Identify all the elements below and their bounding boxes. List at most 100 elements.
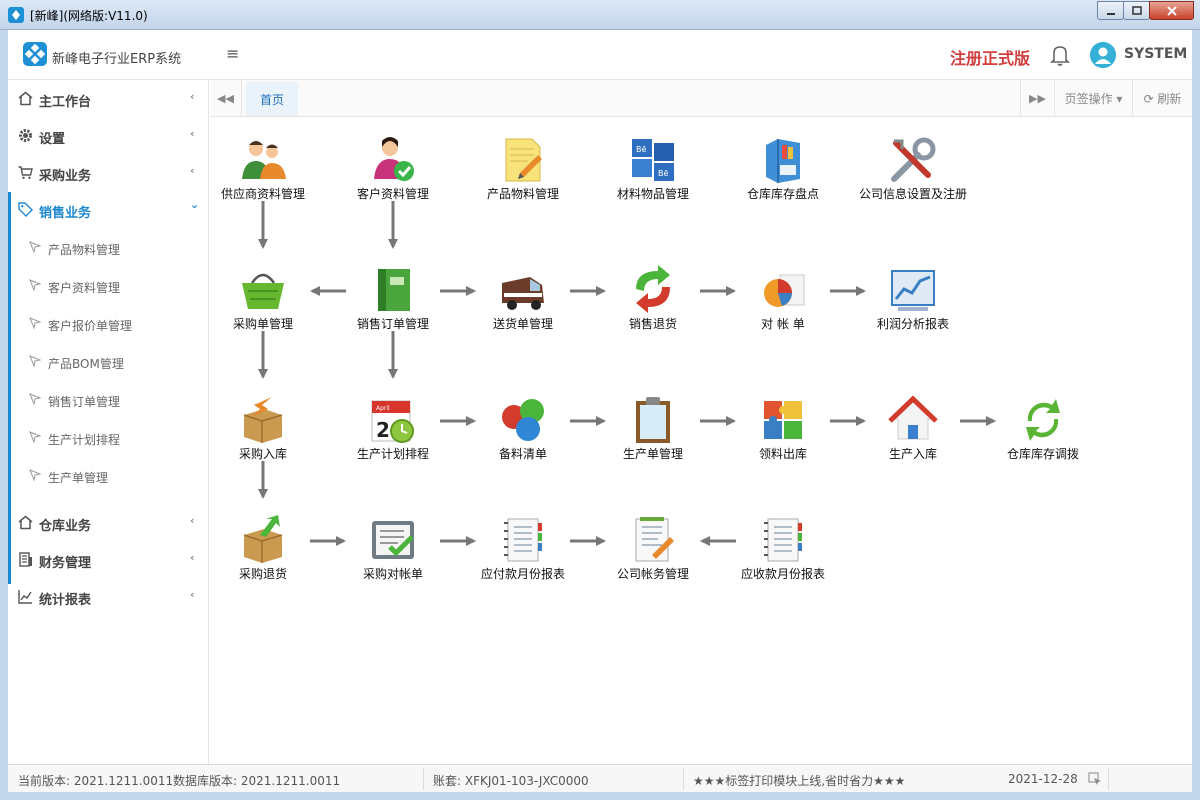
module-production-plan[interactable]: April 2 生产计划排程 [333,383,453,463]
module-purchase-return[interactable]: 采购退货 [203,503,323,583]
sidebar-item-settings[interactable]: 设置 ‹ [8,117,209,154]
chevron-left-icon: ‹ [190,164,195,177]
sidebar-item-reports[interactable]: 统计报表 ‹ [8,578,209,615]
sidebar-subitem-sales-order[interactable]: 销售订单管理 [8,381,209,419]
module-receivables-report[interactable]: 应收款月份报表 [723,503,843,583]
sidebar-subitem-customer[interactable]: 客户资料管理 [8,267,209,305]
tab-operations-dropdown[interactable]: 页签操作 ▾ [1054,80,1132,116]
workflow-area: 供应商资料管理 客户资料管理 产品物料管理 Bē Bē 材料物品管理 仓库库存盘… [210,117,1192,764]
tab-scroll-left-button[interactable]: ◀◀ [210,80,242,116]
module-production-order[interactable]: 生产单管理 [593,383,713,463]
module-label: 销售订单管理 [356,317,429,331]
avatar[interactable] [1090,42,1116,68]
close-button[interactable] [1149,1,1194,20]
module-label: 利润分析报表 [876,317,949,331]
bell-icon[interactable] [1048,43,1072,67]
spheres-icon [502,399,544,441]
boxes-icon: Bē Bē [632,139,674,181]
gear-icon [19,129,32,142]
module-purchase-inbound[interactable]: 采购入库 [203,383,323,463]
refresh-button[interactable]: ⟳ 刷新 [1132,80,1192,116]
sidebar-subitem-label: 客户报价单管理 [48,319,133,333]
module-statement[interactable]: 对 帐 单 [723,253,843,333]
sidebar-subitem-quotation[interactable]: 客户报价单管理 [8,305,209,343]
module-purchase-statement[interactable]: 采购对帐单 [333,503,453,583]
sidebar-subitem-label: 销售订单管理 [48,395,121,409]
calendar-icon: April 2 [371,400,414,443]
house-icon [888,395,938,440]
return-icon [636,265,670,313]
module-sales-return[interactable]: 销售退货 [593,253,713,333]
register-link[interactable]: 注册正式版 [950,45,1030,69]
window-titlebar: [新峰](网络版:V11.0) [0,0,1200,30]
checklist-icon [372,521,414,559]
module-company-accounts[interactable]: 公司帐务管理 [593,503,713,583]
status-divider [683,768,684,790]
line-chart-icon [18,590,32,604]
sidebar-item-label: 设置 [39,132,66,147]
sidebar-item-finance[interactable]: 财务管理 ‹ [8,541,209,578]
sidebar-subitem-production-order[interactable]: 生产单管理 [8,457,209,495]
sidebar-item-workbench[interactable]: 主工作台 ‹ [8,80,209,117]
cursor-icon[interactable] [1088,772,1102,786]
sidebar-item-label: 财务管理 [39,556,92,571]
chevron-left-icon: ‹ [190,514,195,527]
module-company-settings[interactable]: 公司信息设置及注册 [853,123,973,203]
module-inventory-transfer[interactable]: 仓库库存调拨 [983,383,1103,463]
module-material-items[interactable]: Bē Bē 材料物品管理 [593,123,713,203]
tag-icon [18,202,33,217]
module-material-list[interactable]: 备料清单 [463,383,583,463]
menu-toggle-button[interactable]: ≡ [226,44,239,63]
tab-home[interactable]: 首页 [246,82,298,116]
tab-scroll-right-button[interactable]: ▶▶ [1020,80,1054,116]
customer-icon [374,137,414,181]
status-divider [1108,768,1109,790]
clipboard-icon [636,397,670,443]
status-date: 2021-12-28 [1008,772,1078,786]
module-delivery[interactable]: 送货单管理 [463,253,583,333]
module-label: 供应商资料管理 [220,187,305,201]
book-icon [378,269,410,311]
maximize-button[interactable] [1123,1,1150,20]
sidebar-item-warehouse[interactable]: 仓库业务 ‹ [8,504,209,541]
module-inventory-count[interactable]: 仓库库存盘点 [723,123,843,203]
sidebar-subitem-production-plan[interactable]: 生产计划排程 [8,419,209,457]
module-purchase-order[interactable]: 采购单管理 [203,253,323,333]
module-profit-report[interactable]: 利润分析报表 [853,253,973,333]
module-product-material[interactable]: 产品物料管理 [463,123,583,203]
module-payables-report[interactable]: 应付款月份报表 [463,503,583,583]
module-customer[interactable]: 客户资料管理 [333,123,453,203]
sidebar-item-label: 销售业务 [39,206,92,221]
module-label: 应付款月份报表 [480,567,565,581]
notebook-icon [504,518,542,562]
sidebar-subitem-label: 产品BOM管理 [48,357,124,371]
maximize-icon [1131,5,1142,15]
minimize-button[interactable] [1097,1,1124,20]
recycle-icon [1026,399,1060,441]
chevron-left-icon: ‹ [190,551,195,564]
module-label: 公司帐务管理 [616,567,689,581]
notebook-icon [764,518,802,562]
module-material-outbound[interactable]: 领料出库 [723,383,843,463]
status-divider [423,768,424,790]
module-sales-order[interactable]: 销售订单管理 [333,253,453,333]
sidebar-subitem-product-material[interactable]: 产品物料管理 [8,229,209,267]
supplier-icon [242,141,286,179]
app-icon [8,7,24,23]
tools-icon [891,137,936,182]
module-label: 领料出库 [758,447,807,461]
box-in-icon [243,397,283,443]
module-label: 采购退货 [238,567,287,581]
chevron-left-icon: ‹ [190,588,195,601]
note-icon [505,138,542,182]
module-label: 仓库库存盘点 [746,187,819,201]
window-frame-left [0,30,8,800]
user-name[interactable]: SYSTEM [1124,46,1187,62]
sidebar-subitem-bom[interactable]: 产品BOM管理 [8,343,209,381]
window-frame-bottom [0,792,1200,800]
sidebar-item-purchase[interactable]: 采购业务 ‹ [8,154,209,191]
box-out-icon [243,515,283,563]
module-production-inbound[interactable]: 生产入库 [853,383,973,463]
module-supplier[interactable]: 供应商资料管理 [203,123,323,203]
sidebar-item-sales[interactable]: 销售业务 ⌄ [8,191,209,228]
